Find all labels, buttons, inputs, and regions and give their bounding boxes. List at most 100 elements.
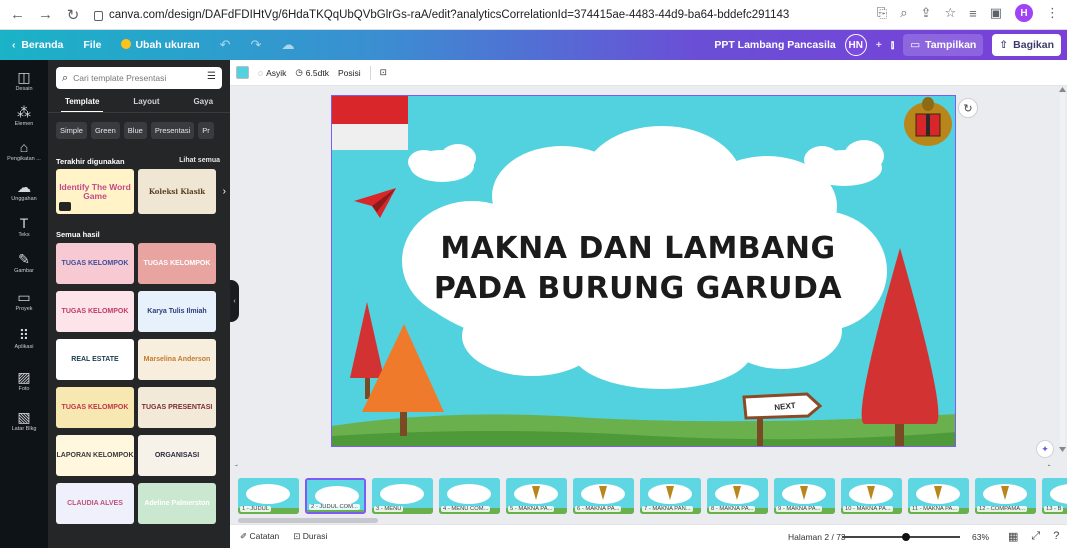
template-card[interactable]: TUGAS KELOMPOK <box>56 243 134 284</box>
template-card[interactable]: Marselina Anderson <box>138 339 216 380</box>
slide-title[interactable]: MAKNA DAN LAMBANG PADA BURUNG GARUDA <box>332 229 944 309</box>
file-menu[interactable]: File <box>83 39 101 51</box>
lock-icon[interactable]: ⊡ <box>380 67 387 78</box>
template-card[interactable]: ORGANISASI <box>138 435 216 476</box>
page-thumbnail[interactable]: 10 - MAKNA PA... <box>841 478 902 514</box>
rail-draw[interactable]: ✎ Gambar <box>0 252 48 275</box>
template-card[interactable]: REAL ESTATE <box>56 339 134 380</box>
animate-button[interactable]: ◌ Asyik <box>258 68 286 78</box>
back-icon[interactable]: ← <box>10 6 25 23</box>
fullscreen-icon[interactable]: ⤢ <box>1031 530 1040 543</box>
page-thumbnail-label: 9 - MAKNA PA... <box>776 506 823 512</box>
url-text[interactable]: canva.com/design/DAFdFDIHtVg/6HdaTKQqUbQ… <box>109 9 789 21</box>
home-button[interactable]: ‹ Beranda <box>12 39 63 51</box>
profile-avatar[interactable]: H <box>1015 4 1033 22</box>
apps-grid-icon: ⠿ <box>18 327 30 343</box>
duration-button[interactable]: ⊡ Durasi <box>293 531 327 542</box>
rail-photos[interactable]: ▨ Foto <box>0 370 48 393</box>
rail-background[interactable]: ▧ Latar Blkg <box>0 410 48 433</box>
chip-more[interactable]: Pr <box>198 122 214 139</box>
chip-green[interactable]: Green <box>90 122 120 139</box>
see-all-link[interactable]: Lihat semua <box>179 157 220 164</box>
page-thumbnail[interactable]: 11 - MAKNA PA... <box>908 478 969 514</box>
background-color-swatch[interactable] <box>236 66 249 79</box>
chip-presentation[interactable]: Presentasi <box>150 122 195 139</box>
rail-design[interactable]: ◫ Desain <box>0 70 48 93</box>
design-title[interactable]: PPT Lambang Pancasila <box>714 39 835 51</box>
reload-icon[interactable]: ↻ <box>66 6 80 24</box>
template-search-input[interactable]: ⌕ Cari template Presentasi ☰ <box>56 67 222 89</box>
tab-style[interactable]: Gaya <box>193 97 213 111</box>
rail-uploads[interactable]: ☁ Unggahan <box>0 180 48 203</box>
browser-chrome: ← → ↻ canva.com/design/DAFdFDIHtVg/6HdaT… <box>0 0 1067 30</box>
recent-template-card[interactable]: Koleksi Klasik <box>138 169 216 214</box>
recent-template-card[interactable]: Identify The Word Game <box>56 169 134 214</box>
template-card[interactable]: Karya Tulis Ilmiah <box>138 291 216 332</box>
translate-icon[interactable]: ⎘ <box>877 5 887 21</box>
page-indicator[interactable]: Halaman 2 / 73 <box>788 532 846 542</box>
template-card[interactable]: LAPORAN KELOMPOK <box>56 435 134 476</box>
page-thumbnail[interactable]: 6 - MAKNA PA... <box>573 478 634 514</box>
forward-icon[interactable]: → <box>38 6 53 23</box>
rail-projects[interactable]: ▭ Proyek <box>0 290 48 313</box>
recent-template-title: Koleksi Klasik <box>148 186 206 196</box>
page-thumbnail[interactable]: 7 - MAKNA PAN... <box>640 478 701 514</box>
rail-label: Proyek <box>15 306 33 312</box>
rail-text[interactable]: T Teks <box>0 216 48 239</box>
rail-elements[interactable]: ⁂ Elemen <box>0 105 48 128</box>
page-thumbnail[interactable]: 2 - JUDUL COM... <box>305 478 366 514</box>
chip-simple[interactable]: Simple <box>56 122 87 139</box>
bookmark-star-icon[interactable]: ☆ <box>944 5 956 21</box>
template-card[interactable]: TUGAS KELOMPOK <box>56 387 134 428</box>
position-button[interactable]: Posisi <box>338 68 361 78</box>
magic-sparkle-icon[interactable]: ✦ <box>1036 440 1054 458</box>
vertical-scrollbar[interactable] <box>1059 87 1066 452</box>
grid-view-icon[interactable]: ▦ <box>1008 530 1018 543</box>
chevron-right-icon[interactable]: › <box>223 186 226 197</box>
page-thumbnail[interactable]: 13 - B <box>1042 478 1067 514</box>
timing-button[interactable]: ◷ 6.5dtk <box>295 67 329 78</box>
tab-template[interactable]: Template <box>60 97 103 113</box>
zoom-icon[interactable]: ⌕ <box>900 5 907 21</box>
slide-canvas[interactable]: MAKNA DAN LAMBANG PADA BURUNG GARUDA <box>331 95 956 447</box>
template-card[interactable]: TUGAS KELOMPOK <box>56 291 134 332</box>
template-card[interactable]: CLAUDIA ALVES <box>56 483 134 524</box>
rail-brand[interactable]: ⌂ Pengikatan ... <box>0 140 48 163</box>
undo-icon[interactable]: ↶ <box>220 37 231 53</box>
collaborator-avatar[interactable]: HN <box>844 34 867 56</box>
template-card[interactable]: TUGAS PRESENTASI <box>138 387 216 428</box>
share-page-icon[interactable]: ⇪ <box>921 5 932 21</box>
kebab-menu-icon[interactable]: ⋮ <box>1046 5 1059 21</box>
resize-button[interactable]: Ubah ukuran <box>121 39 200 51</box>
page-thumbnail[interactable]: 4 - MENU COM... <box>439 478 500 514</box>
share-button[interactable]: ⇧ Bagikan <box>992 34 1061 56</box>
redo-icon[interactable]: ↷ <box>251 37 262 53</box>
tab-layout[interactable]: Layout <box>133 97 159 111</box>
zoom-level[interactable]: 63% <box>972 532 989 542</box>
page-thumbnail[interactable]: 12 - COMPAMA... <box>975 478 1036 514</box>
rail-label: Gambar <box>14 268 34 274</box>
help-icon[interactable]: ? <box>1053 530 1059 543</box>
address-bar[interactable]: canva.com/design/DAFdFDIHtVg/6HdaTKQqUbQ… <box>94 4 789 26</box>
present-button[interactable]: ▭ Tampilkan <box>903 34 984 56</box>
template-card[interactable]: TUGAS KELOMPOK <box>138 243 216 284</box>
template-card[interactable]: Adeline Palmerston <box>138 483 216 524</box>
collapse-panel-handle[interactable]: ‹ <box>230 280 239 322</box>
notes-button[interactable]: ✐ Catatan <box>240 531 279 542</box>
page-thumbnail[interactable]: 9 - MAKNA PA... <box>774 478 835 514</box>
filter-icon[interactable]: ☰ <box>207 71 216 82</box>
add-collaborator-icon[interactable]: + <box>876 39 882 51</box>
side-panel-icon[interactable]: ▣ <box>990 5 1002 21</box>
page-thumbnail[interactable]: 3 - MENU <box>372 478 433 514</box>
refresh-slide-icon[interactable]: ↻ <box>958 98 978 118</box>
zoom-slider[interactable] <box>842 533 960 541</box>
page-thumbnail[interactable]: 5 - MAKNA PA... <box>506 478 567 514</box>
rail-apps[interactable]: ⠿ Aplikasi <box>0 327 48 351</box>
page-thumbnail[interactable]: 8 - MAKNA PA... <box>707 478 768 514</box>
insights-icon[interactable]: ⫾ <box>891 39 894 52</box>
filmstrip-scrollbar[interactable] <box>238 518 378 523</box>
reading-list-icon[interactable]: ≡ <box>969 6 977 21</box>
chip-blue[interactable]: Blue <box>123 122 147 139</box>
cloud-sync-icon[interactable]: ☁ <box>281 37 294 53</box>
page-thumbnail[interactable]: 1 - JUDUL <box>238 478 299 514</box>
